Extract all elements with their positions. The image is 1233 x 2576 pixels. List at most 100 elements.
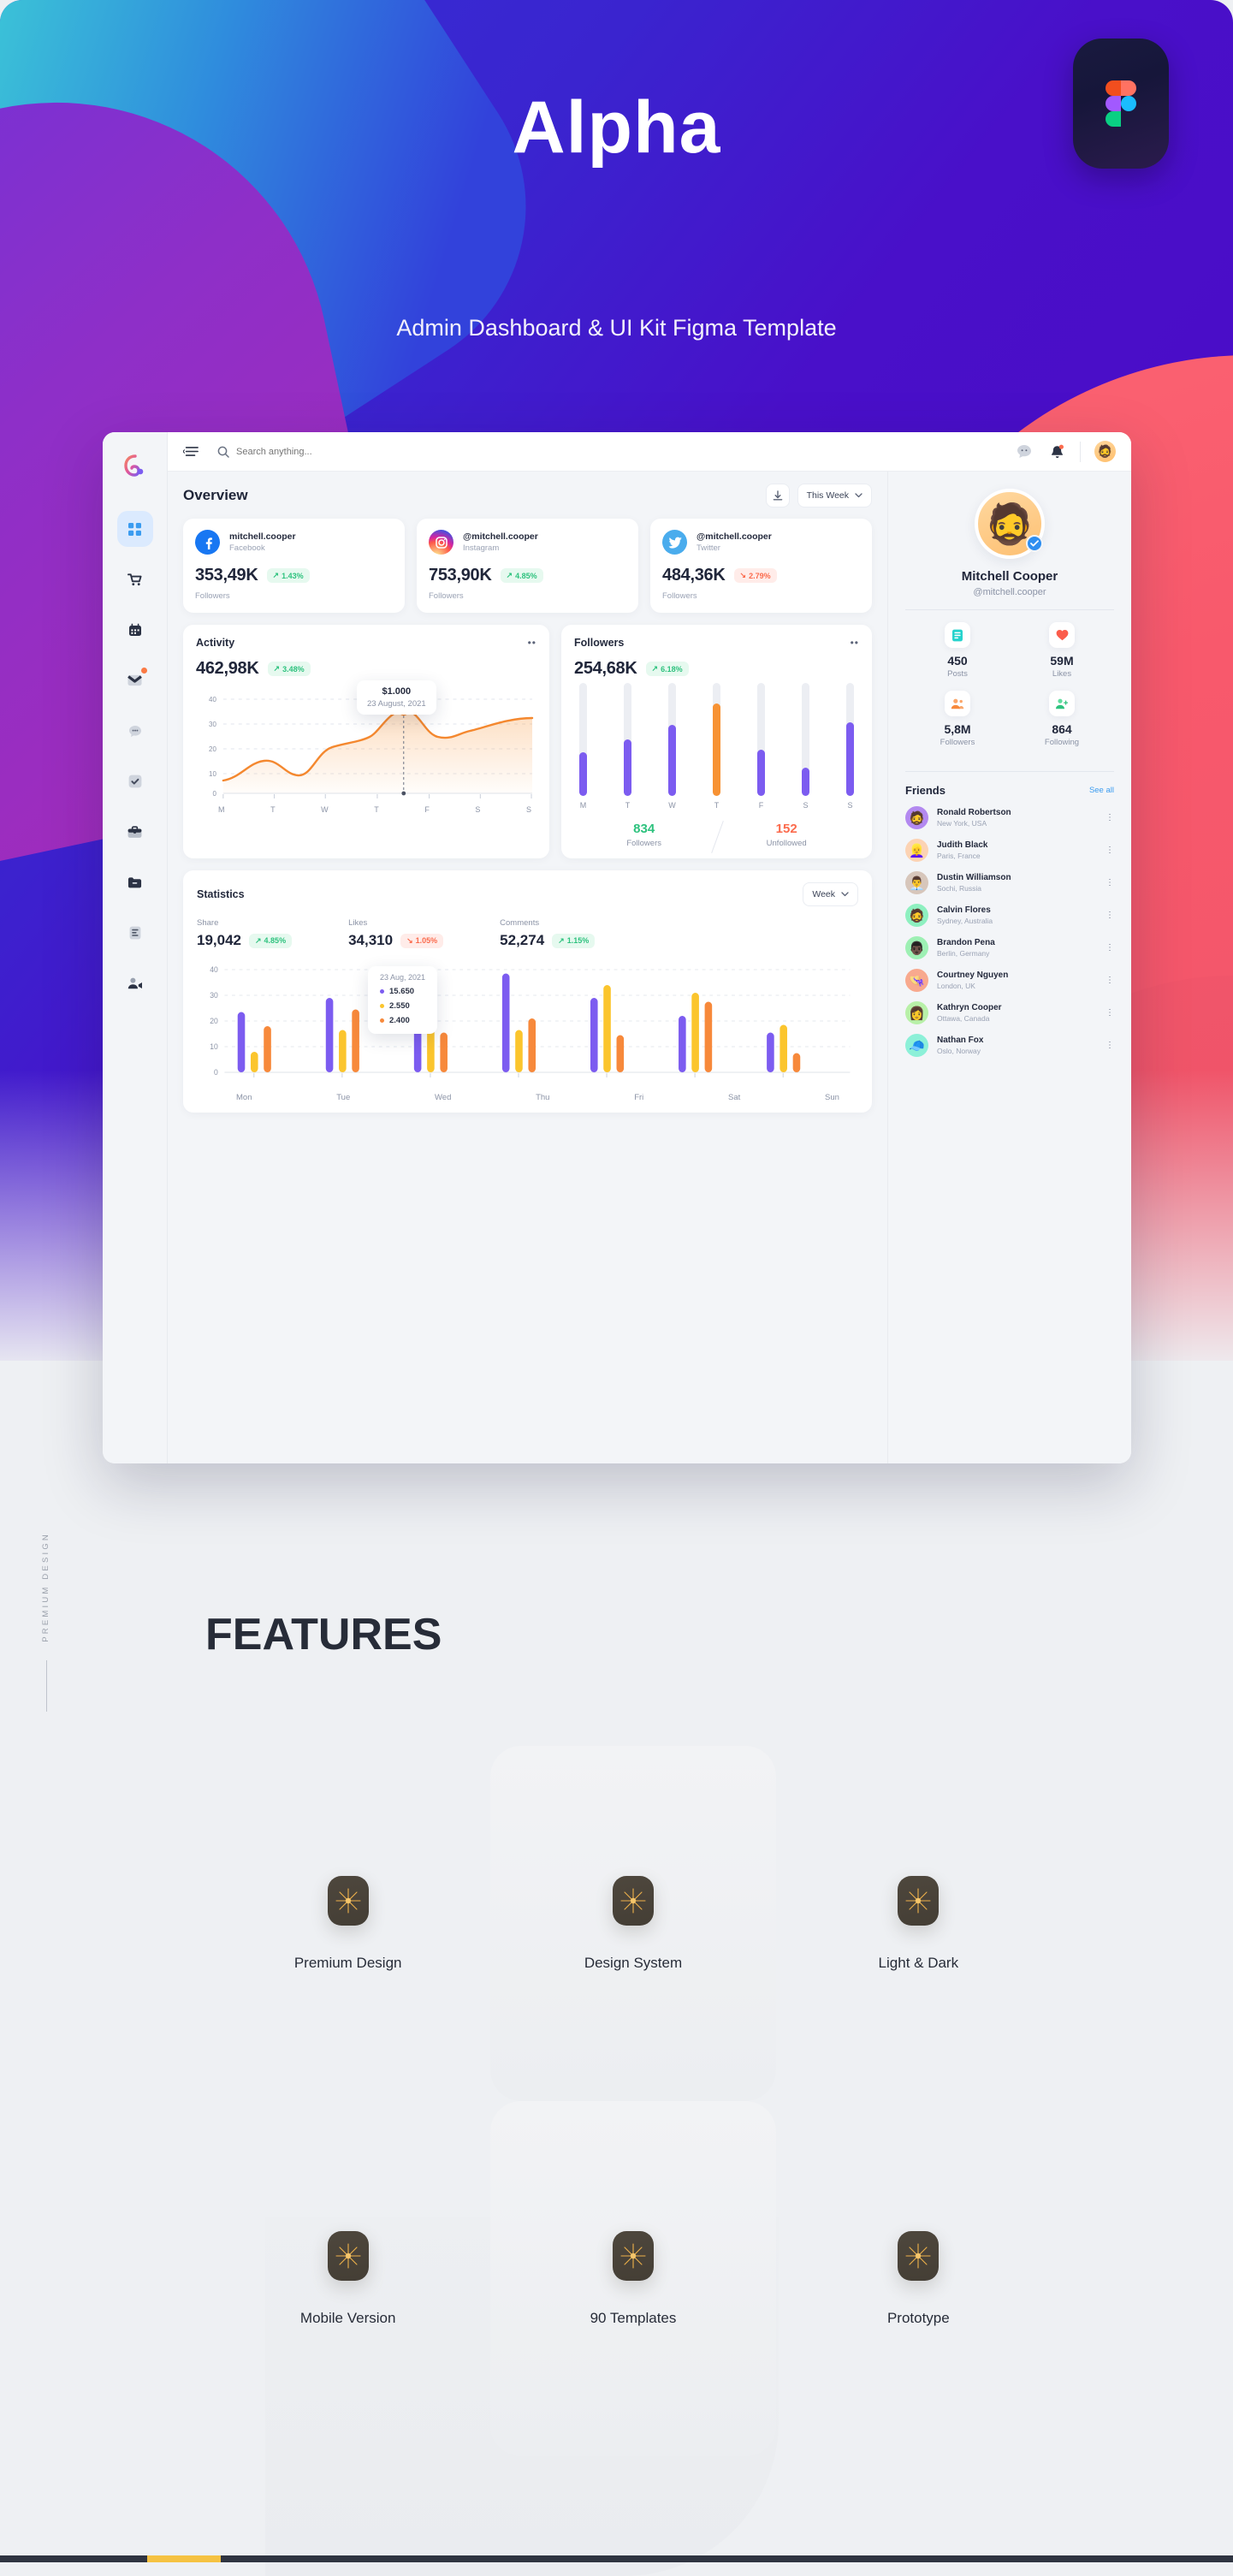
more-vertical-icon[interactable]: ⋮ [1106,976,1114,984]
search-bar[interactable] [217,446,476,458]
more-horizontal-icon[interactable]: •• [528,638,536,648]
profile-block: 🧔 Mitchell Cooper @mitchell.cooper [905,489,1114,597]
social-handle: @mitchell.cooper [697,531,772,542]
avatar-emoji: 👒 [909,973,925,988]
more-vertical-icon[interactable]: ⋮ [1106,1008,1114,1017]
tooltip-value: 2.400 [389,1016,410,1025]
briefcase-icon [127,825,142,838]
feature-light-dark[interactable]: Light & Dark [776,1746,1061,2101]
likes-heart-icon [1049,622,1075,648]
social-caption: Followers [195,591,230,601]
user-avatar-icon[interactable]: 🧔 [1094,441,1116,462]
tooltip-value: $1.000 [382,686,412,697]
sidebar-item-video[interactable] [117,965,153,1001]
avatar: 🧢 [905,1034,928,1057]
trend-up-icon: ↗ [272,571,280,579]
profile-stat-followers[interactable]: 5,8M Followers [905,691,1010,747]
list-item[interactable]: 👱‍♀️ Judith Black Paris, France ⋮ [905,839,1114,862]
sparkle-star-icon [612,2230,654,2281]
sidebar-item-tasks[interactable] [117,763,153,799]
list-item[interactable]: 👒 Courtney Nguyen London, UK ⋮ [905,969,1114,992]
list-item[interactable]: 👨🏿 Brandon Pena Berlin, Germany ⋮ [905,936,1114,959]
social-caption: Followers [429,591,464,601]
sidebar-item-calendar[interactable] [117,612,153,648]
features-title: FEATURES [205,1610,442,1659]
following-icon [1049,691,1075,716]
profile-name: Mitchell Cooper [961,569,1058,584]
avatar: 👨‍💼 [905,871,928,894]
bar-column: M [579,683,587,810]
tooltip-item: 2.400 [380,1016,425,1025]
friends-title: Friends [905,784,945,797]
sidebar-item-mail[interactable] [117,662,153,698]
chat-bubble-icon[interactable] [1015,442,1034,461]
date-range-select[interactable]: This Week [797,484,872,507]
avatar: 🧔 [905,806,928,829]
activity-title: Activity [196,637,235,649]
metric-comments: Comments 52,274 ↗ 1.15% [500,918,596,949]
list-item[interactable]: 👩 Kathryn Cooper Ottawa, Canada ⋮ [905,1001,1114,1024]
profile-stat-likes[interactable]: 59M Likes [1010,622,1114,679]
svg-text:20: 20 [209,745,216,753]
bell-icon[interactable] [1047,442,1066,461]
svg-text:10: 10 [209,770,216,778]
legend-dot [380,1018,384,1023]
social-card-facebook[interactable]: mitchell.cooper Facebook 353,49K ↗ 1.43%… [183,519,405,613]
more-vertical-icon[interactable]: ⋮ [1106,878,1114,887]
feature-label: Light & Dark [878,1954,959,1971]
sidebar-item-dashboard[interactable] [116,511,153,547]
sidebar-item-folder[interactable] [117,864,153,900]
sidebar-item-briefcase[interactable] [117,814,153,850]
trend-down-icon: ↘ [406,935,413,945]
friend-name: Calvin Flores [937,905,991,915]
avatar[interactable]: 🧔 [975,489,1045,559]
sidebar-item-document[interactable] [117,915,153,951]
friends-header: Friends See all [905,784,1114,797]
more-vertical-icon[interactable]: ⋮ [1106,813,1114,822]
topbar-actions: 🧔 [1015,441,1116,462]
metric-value: 19,042 [197,932,241,948]
trend-value: 2.79% [749,571,771,580]
list-item[interactable]: 👨‍💼 Dustin Williamson Sochi, Russia ⋮ [905,871,1114,894]
x-tick: F [758,801,764,810]
feature-prototype[interactable]: Prototype [776,2101,1061,2456]
more-horizontal-icon[interactable]: •• [851,638,859,648]
more-vertical-icon[interactable]: ⋮ [1106,846,1114,854]
trend-value: 1.43% [282,571,304,580]
profile-sidebar: 🧔 Mitchell Cooper @mitchell.cooper 450 P… [887,472,1131,1463]
list-item[interactable]: 🧔 Calvin Flores Sydney, Australia ⋮ [905,904,1114,927]
feature-mobile-version[interactable]: Mobile Version [205,2101,490,2456]
feature-90-templates[interactable]: 90 Templates [490,2101,776,2456]
more-vertical-icon[interactable]: ⋮ [1106,943,1114,952]
metric-share: Share 19,042 ↗ 4.85% [197,918,293,949]
more-vertical-icon[interactable]: ⋮ [1106,911,1114,919]
bar-track [757,683,765,796]
friend-name: Courtney Nguyen [937,970,1009,980]
alpha-logo-icon[interactable] [112,444,158,489]
trend-up-icon: ↗ [558,935,565,945]
download-icon[interactable] [765,484,790,507]
hamburger-collapse-icon[interactable] [183,446,199,457]
tooltip-value: 2.550 [389,1001,410,1011]
search-input[interactable] [236,446,476,457]
x-tick: T [625,801,631,810]
more-vertical-icon[interactable]: ⋮ [1106,1041,1114,1049]
svg-text:0: 0 [212,790,216,798]
statistics-range-select[interactable]: Week [803,882,858,906]
avatar-emoji: 👨‍💼 [909,875,925,891]
profile-stat-following[interactable]: 864 Following [1010,691,1114,747]
social-card-twitter[interactable]: @mitchell.cooper Twitter 484,36K ↘ 2.79%… [650,519,872,613]
feature-premium-design[interactable]: Premium Design [205,1746,490,2101]
feature-design-system[interactable]: Design System [490,1746,776,2101]
avatar-emoji: 🧔 [909,810,925,826]
social-card-instagram[interactable]: @mitchell.cooper Instagram 753,90K ↗ 4.8… [417,519,638,613]
profile-stat-posts[interactable]: 450 Posts [905,622,1010,679]
statistics-tooltip: 23 Aug, 2021 15.650 2.550 2.400 [368,966,438,1034]
chevron-down-icon [841,892,849,897]
mid-row: Activity •• 462,98K ↗ 3.48% 40 30 20 10 … [183,625,872,858]
sidebar-item-cart[interactable] [117,561,153,597]
sidebar-item-chat[interactable] [117,713,153,749]
list-item[interactable]: 🧢 Nathan Fox Oslo, Norway ⋮ [905,1034,1114,1057]
see-all-link[interactable]: See all [1089,786,1114,795]
list-item[interactable]: 🧔 Ronald Robertson New York, USA ⋮ [905,806,1114,829]
